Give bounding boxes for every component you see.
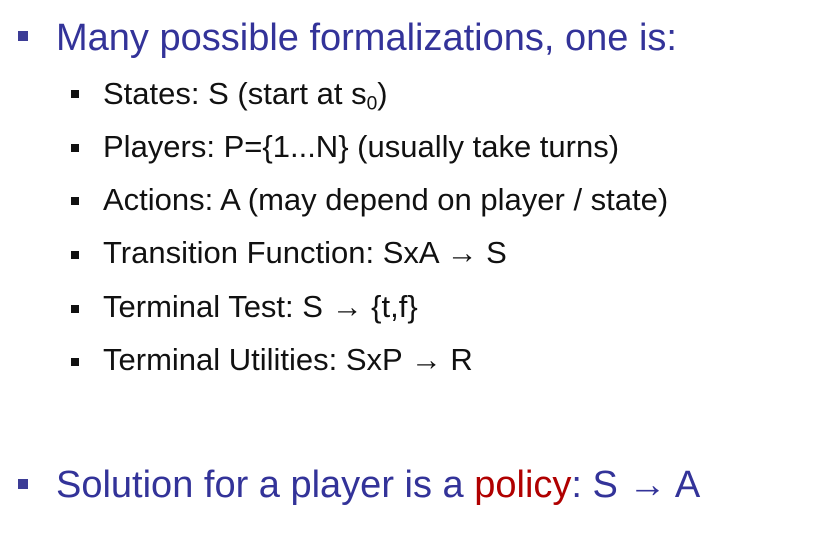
main-bullet-text: Many possible formalizations, one is: [56, 17, 677, 59]
sub-bullet-players: Players: P={1...N} (usually take turns) [103, 129, 620, 164]
states-subscript: 0 [366, 93, 378, 115]
sub-bullet-marker [71, 358, 79, 366]
states-prefix: States: S (start at s [103, 76, 367, 111]
policy-highlight: policy [474, 464, 572, 506]
solution-prefix: Solution for a player is a [56, 464, 475, 506]
sub-bullet-actions: Actions: A (may depend on player / state… [103, 182, 669, 217]
sub-bullet-terminal-test: Terminal Test: S → {t,f} [103, 289, 418, 324]
sub-bullet-transition: Transition Function: SxA → S [103, 235, 507, 270]
sub-bullet-terminal-utilities: Terminal Utilities: SxP → R [103, 342, 473, 377]
main-bullet-marker [18, 31, 28, 41]
solution-bullet-marker [18, 479, 28, 489]
solution-suffix: : S → A [571, 464, 701, 506]
sub-bullet-marker [71, 144, 79, 152]
states-suffix: ) [377, 76, 388, 111]
sub-bullet-marker [71, 90, 79, 98]
solution-bullet-text: Solution for a player is a policy: S → A [56, 466, 700, 504]
sub-bullet-marker [71, 305, 79, 313]
sub-bullet-marker [71, 251, 79, 259]
sub-bullet-states: States: S (start at s0) [103, 78, 388, 114]
sub-bullet-marker [71, 197, 79, 205]
